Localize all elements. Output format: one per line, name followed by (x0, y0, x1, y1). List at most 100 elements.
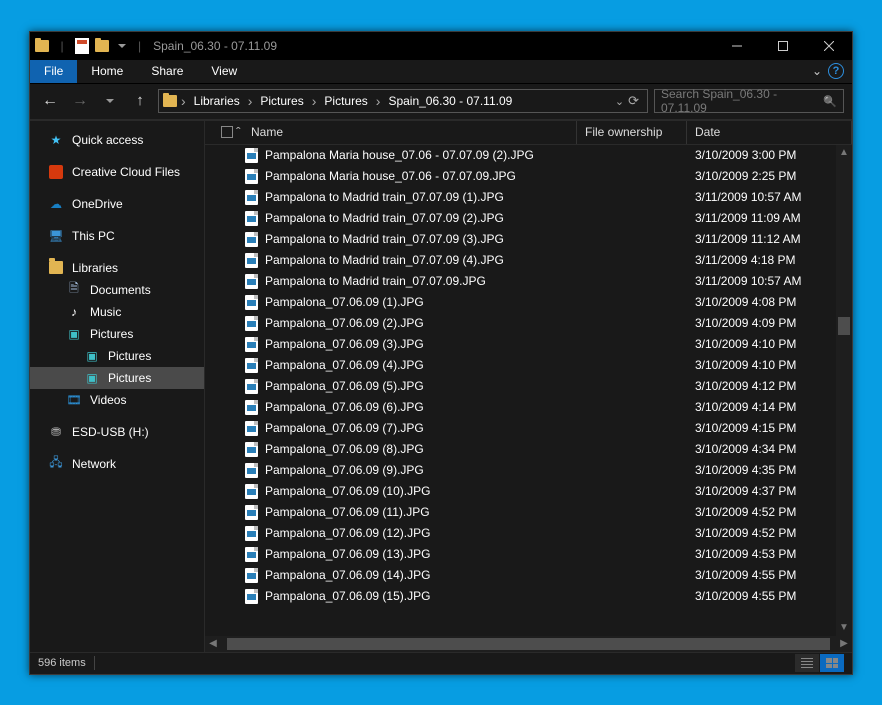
column-name[interactable]: Name (243, 121, 577, 144)
file-row[interactable]: Pampalona to Madrid train_07.07.09.JPG3/… (205, 271, 852, 292)
pictures-icon: ▣ (66, 326, 82, 342)
sidebar-item-documents[interactable]: 🗎 Documents (30, 279, 204, 301)
file-row[interactable]: Pampalona_07.06.09 (3).JPG3/10/2009 4:10… (205, 334, 852, 355)
address-dropdown-icon[interactable]: ⌄ (615, 95, 624, 108)
sidebar-item-quick-access[interactable]: ★ Quick access (30, 129, 204, 151)
sidebar: ★ Quick access Creative Cloud Files ☁ On… (30, 121, 205, 652)
file-name: Pampalona_07.06.09 (10).JPG (265, 484, 695, 498)
view-thumbnails-button[interactable] (820, 654, 844, 672)
breadcrumb-root-icon[interactable] (163, 95, 177, 107)
qat-properties-icon[interactable] (74, 38, 90, 54)
scroll-right-icon[interactable]: ▶ (836, 636, 852, 652)
file-row[interactable]: Pampalona_07.06.09 (6).JPG3/10/2009 4:14… (205, 397, 852, 418)
breadcrumb-segment[interactable]: Pictures (256, 94, 307, 108)
tab-view[interactable]: View (197, 60, 251, 83)
scroll-down-icon[interactable]: ▼ (836, 620, 852, 636)
back-button[interactable] (38, 89, 62, 113)
sidebar-item-onedrive[interactable]: ☁ OneDrive (30, 193, 204, 215)
file-row[interactable]: Pampalona to Madrid train_07.07.09 (3).J… (205, 229, 852, 250)
sidebar-item-label: Pictures (90, 327, 133, 341)
jpg-file-icon (243, 546, 259, 562)
sidebar-item-this-pc[interactable]: 🖥 This PC (30, 225, 204, 247)
history-dropdown-icon[interactable] (98, 89, 122, 113)
sidebar-item-creative-cloud[interactable]: Creative Cloud Files (30, 161, 204, 183)
search-icon[interactable] (823, 94, 837, 108)
sidebar-item-esd-usb[interactable]: ⛃ ESD-USB (H:) (30, 421, 204, 443)
up-button[interactable] (128, 89, 152, 113)
refresh-icon[interactable] (628, 93, 639, 109)
column-file-ownership[interactable]: File ownership (577, 121, 687, 144)
file-row[interactable]: Pampalona to Madrid train_07.07.09 (1).J… (205, 187, 852, 208)
tab-share[interactable]: Share (137, 60, 197, 83)
jpg-file-icon (243, 420, 259, 436)
sidebar-item-label: Libraries (72, 261, 118, 275)
minimize-button[interactable] (714, 32, 760, 60)
qat-dropdown-icon[interactable] (114, 38, 130, 54)
view-details-button[interactable] (795, 654, 819, 672)
close-button[interactable] (806, 32, 852, 60)
scroll-thumb[interactable] (838, 317, 850, 335)
file-date: 3/11/2009 11:09 AM (695, 211, 801, 225)
sidebar-item-label: Pictures (108, 371, 151, 385)
tab-file[interactable]: File (30, 60, 77, 83)
file-row[interactable]: Pampalona_07.06.09 (12).JPG3/10/2009 4:5… (205, 523, 852, 544)
file-row[interactable]: Pampalona_07.06.09 (13).JPG3/10/2009 4:5… (205, 544, 852, 565)
file-row[interactable]: Pampalona_07.06.09 (5).JPG3/10/2009 4:12… (205, 376, 852, 397)
scroll-up-icon[interactable]: ▲ (836, 145, 852, 161)
column-date[interactable]: Date (687, 121, 852, 144)
app-icon[interactable] (34, 38, 50, 54)
file-row[interactable]: Pampalona_07.06.09 (8).JPG3/10/2009 4:34… (205, 439, 852, 460)
sidebar-item-label: OneDrive (72, 197, 123, 211)
horizontal-scrollbar[interactable]: ◀ ▶ (205, 636, 852, 652)
file-name: Pampalona_07.06.09 (12).JPG (265, 526, 695, 540)
file-row[interactable]: Pampalona to Madrid train_07.07.09 (2).J… (205, 208, 852, 229)
breadcrumb-segment[interactable]: Spain_06.30 - 07.11.09 (384, 94, 516, 108)
file-name: Pampalona to Madrid train_07.07.09 (2).J… (265, 211, 695, 225)
tab-home[interactable]: Home (77, 60, 137, 83)
file-row[interactable]: Pampalona_07.06.09 (14).JPG3/10/2009 4:5… (205, 565, 852, 586)
file-row[interactable]: Pampalona_07.06.09 (7).JPG3/10/2009 4:15… (205, 418, 852, 439)
file-list[interactable]: Pampalona Maria house_07.06 - 07.07.09 (… (205, 145, 852, 636)
sidebar-item-music[interactable]: ♪ Music (30, 301, 204, 323)
search-input[interactable]: Search Spain_06.30 - 07.11.09 (654, 89, 844, 113)
file-date: 3/10/2009 4:34 PM (695, 442, 796, 456)
file-name: Pampalona to Madrid train_07.07.09 (3).J… (265, 232, 695, 246)
file-row[interactable]: Pampalona_07.06.09 (4).JPG3/10/2009 4:10… (205, 355, 852, 376)
vertical-scrollbar[interactable]: ▲ ▼ (836, 145, 852, 636)
file-date: 3/11/2009 11:12 AM (695, 232, 801, 246)
forward-button[interactable] (68, 89, 92, 113)
qat-newfolder-icon[interactable] (94, 38, 110, 54)
file-row[interactable]: Pampalona_07.06.09 (15).JPG3/10/2009 4:5… (205, 586, 852, 607)
file-row[interactable]: Pampalona to Madrid train_07.07.09 (4).J… (205, 250, 852, 271)
ribbon-expand-icon[interactable]: ⌄ (812, 64, 822, 78)
statusbar: 596 items (30, 652, 852, 674)
breadcrumb[interactable]: Libraries Pictures Pictures Spain_06.30 … (158, 89, 648, 113)
sidebar-item-libraries[interactable]: Libraries (30, 257, 204, 279)
sidebar-item-pictures-current[interactable]: ▣ Pictures (30, 367, 204, 389)
file-row[interactable]: Pampalona Maria house_07.06 - 07.07.09.J… (205, 166, 852, 187)
pictures-icon: ▣ (84, 348, 100, 364)
file-row[interactable]: Pampalona_07.06.09 (11).JPG3/10/2009 4:5… (205, 502, 852, 523)
file-row[interactable]: Pampalona_07.06.09 (9).JPG3/10/2009 4:35… (205, 460, 852, 481)
sidebar-item-pictures-sub[interactable]: ▣ Pictures (30, 345, 204, 367)
file-date: 3/10/2009 2:25 PM (695, 169, 796, 183)
file-name: Pampalona_07.06.09 (14).JPG (265, 568, 695, 582)
breadcrumb-segment[interactable]: Pictures (320, 94, 371, 108)
file-row[interactable]: Pampalona Maria house_07.06 - 07.07.09 (… (205, 145, 852, 166)
sidebar-item-pictures[interactable]: ▣ Pictures (30, 323, 204, 345)
scroll-left-icon[interactable]: ◀ (205, 636, 221, 652)
sidebar-item-label: Documents (90, 283, 151, 297)
sidebar-item-network[interactable]: 🖧 Network (30, 453, 204, 475)
help-icon[interactable]: ? (828, 63, 844, 79)
scroll-thumb[interactable] (227, 638, 830, 650)
file-row[interactable]: Pampalona_07.06.09 (10).JPG3/10/2009 4:3… (205, 481, 852, 502)
file-name: Pampalona_07.06.09 (15).JPG (265, 589, 695, 603)
file-name: Pampalona Maria house_07.06 - 07.07.09.J… (265, 169, 695, 183)
maximize-button[interactable] (760, 32, 806, 60)
file-name: Pampalona to Madrid train_07.07.09 (1).J… (265, 190, 695, 204)
file-row[interactable]: Pampalona_07.06.09 (2).JPG3/10/2009 4:09… (205, 313, 852, 334)
file-row[interactable]: Pampalona_07.06.09 (1).JPG3/10/2009 4:08… (205, 292, 852, 313)
jpg-file-icon (243, 147, 259, 163)
sidebar-item-videos[interactable]: 🎞 Videos (30, 389, 204, 411)
breadcrumb-segment[interactable]: Libraries (190, 94, 244, 108)
